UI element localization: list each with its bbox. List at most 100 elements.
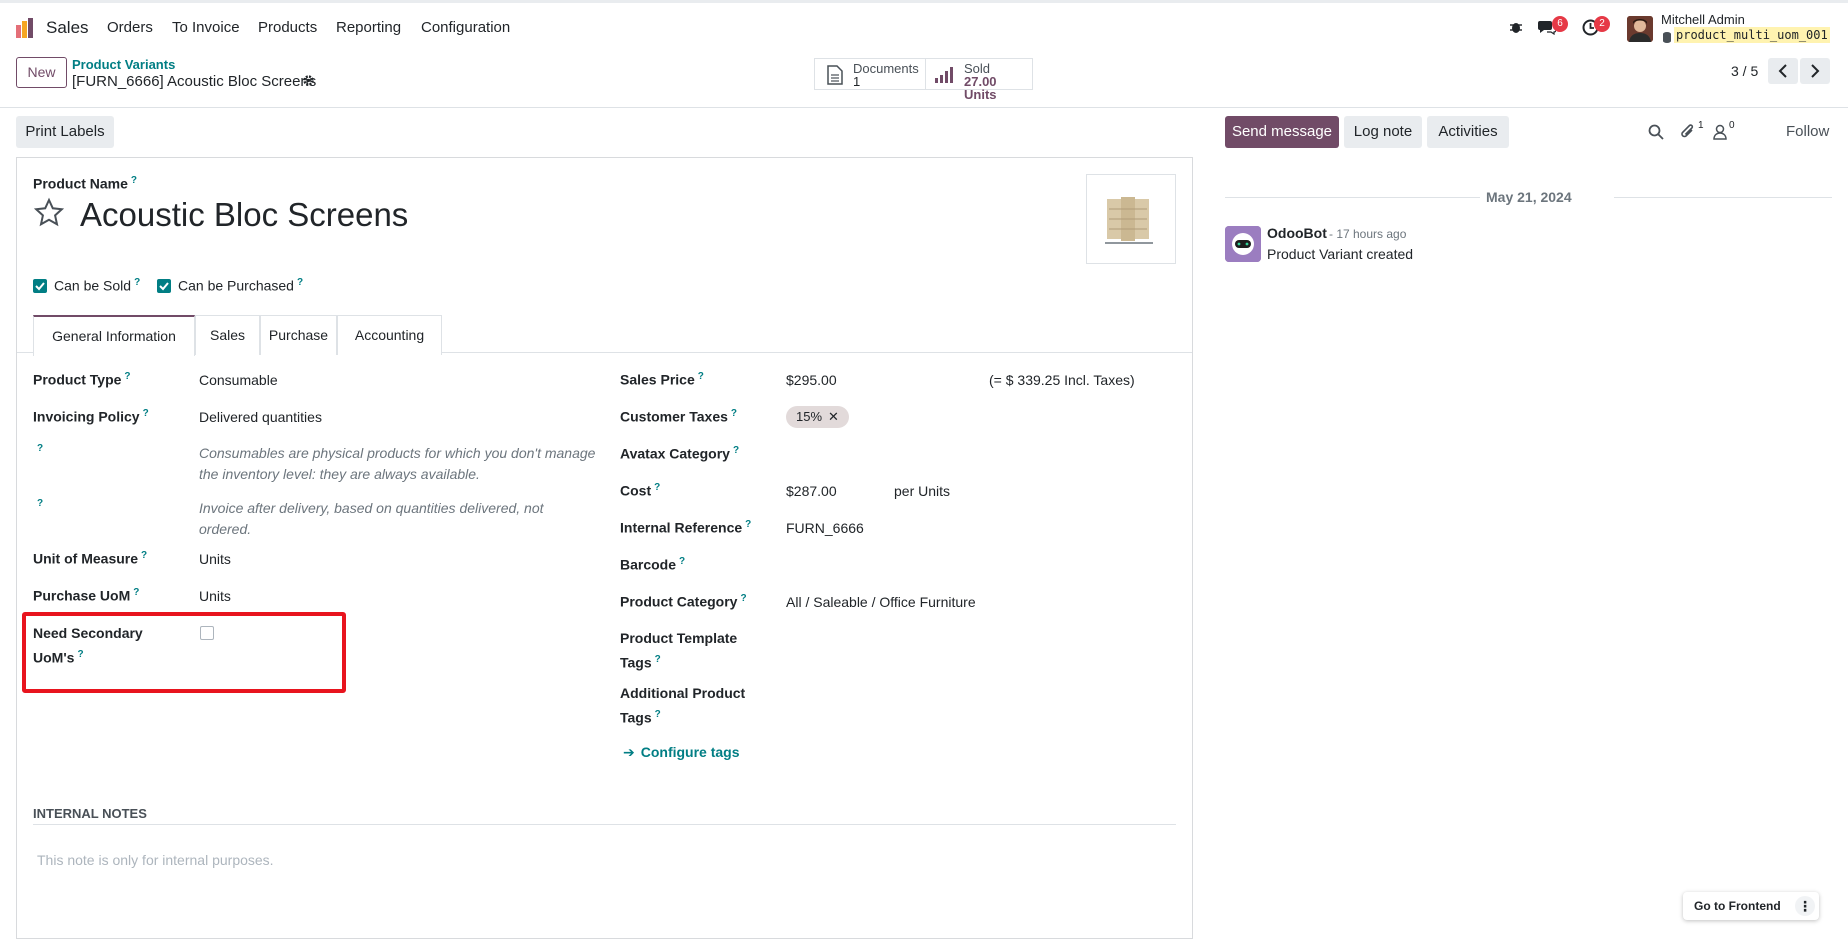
unit-of-measure-label: Unit of Measure?	[33, 550, 148, 567]
product-type-value[interactable]: Consumable	[199, 372, 278, 388]
product-category-label: Product Category?	[620, 593, 747, 610]
internal-notes-input[interactable]: This note is only for internal purposes.	[37, 852, 274, 868]
bar-chart-icon	[934, 67, 954, 86]
remove-tag-icon[interactable]: ✕	[828, 409, 839, 424]
purchase-uom-value[interactable]: Units	[199, 588, 231, 604]
purchase-uom-label: Purchase UoM?	[33, 587, 140, 604]
tab-general-information[interactable]: General Information	[33, 315, 195, 356]
tab-purchase[interactable]: Purchase	[260, 315, 337, 355]
record-title: [FURN_6666] Acoustic Bloc Screens	[72, 73, 317, 90]
help-icon[interactable]: ?	[134, 277, 140, 288]
pager-next-button[interactable]	[1800, 58, 1830, 84]
more-options-icon[interactable]: ⋮	[1795, 896, 1815, 916]
database-name: product_multi_uom_001	[1674, 27, 1830, 43]
additional-product-tags-label: Additional Product Tags?	[620, 685, 746, 726]
sold-value: 27.00 Units	[964, 74, 997, 102]
help-icon[interactable]: ?	[654, 482, 660, 493]
followers-count: 0	[1729, 120, 1735, 131]
sold-smart-button[interactable]: Sold 27.00 Units	[925, 58, 1033, 101]
follow-button[interactable]: Follow	[1786, 123, 1829, 140]
gear-icon[interactable]	[302, 74, 315, 90]
apps-menu-icon[interactable]	[15, 17, 37, 39]
odoobot-avatar[interactable]	[1225, 226, 1261, 262]
arrow-right-icon: ➔	[623, 744, 635, 760]
menu-configuration[interactable]: Configuration	[421, 19, 510, 36]
help-icon[interactable]: ?	[133, 587, 139, 598]
consumable-note: Consumables are physical products for wh…	[199, 445, 596, 482]
help-icon[interactable]: ?	[131, 175, 137, 186]
avatax-category-label: Avatax Category?	[620, 445, 740, 462]
chatter-date-line-right	[1614, 197, 1832, 198]
help-icon[interactable]: ?	[37, 498, 43, 509]
chatter-author[interactable]: OdooBot	[1267, 225, 1327, 241]
chatter-message: Product Variant created	[1267, 246, 1414, 262]
bug-icon[interactable]	[1509, 20, 1523, 37]
documents-smart-button[interactable]: Documents 1	[814, 58, 926, 90]
help-icon[interactable]: ?	[740, 593, 746, 604]
help-icon[interactable]: ?	[141, 550, 147, 561]
tax-tag-15[interactable]: 15% ✕	[786, 406, 849, 428]
invoicing-policy-value[interactable]: Delivered quantities	[199, 409, 322, 425]
breadcrumb-parent[interactable]: Product Variants	[72, 57, 175, 72]
help-icon[interactable]: ?	[37, 443, 43, 454]
user-name[interactable]: Mitchell Admin	[1661, 12, 1745, 27]
activities-badge: 2	[1594, 16, 1610, 32]
control-panel: New Product Variants [FURN_6666] Acousti…	[0, 52, 1848, 108]
print-labels-button[interactable]: Print Labels	[16, 116, 114, 148]
help-icon[interactable]: ?	[655, 654, 661, 665]
internal-reference-label: Internal Reference?	[620, 519, 752, 536]
help-icon[interactable]: ?	[733, 445, 739, 456]
help-icon[interactable]: ?	[745, 519, 751, 530]
barcode-label: Barcode?	[620, 556, 686, 573]
help-icon[interactable]: ?	[124, 371, 130, 382]
customer-taxes-label: Customer Taxes?	[620, 408, 738, 425]
help-icon[interactable]: ?	[143, 408, 149, 419]
can-be-purchased-checkbox[interactable]	[157, 279, 171, 293]
menu-products[interactable]: Products	[258, 19, 317, 36]
product-name-label: Product Name?	[33, 175, 138, 192]
pager-previous-button[interactable]	[1768, 58, 1798, 84]
menu-orders[interactable]: Orders	[107, 19, 153, 36]
product-category-value[interactable]: All / Saleable / Office Furniture	[786, 594, 976, 610]
new-button[interactable]: New	[16, 57, 67, 88]
can-be-sold-checkbox[interactable]	[33, 279, 47, 293]
cost-value[interactable]: $287.00	[786, 483, 837, 499]
invoicing-policy-label: Invoicing Policy?	[33, 408, 149, 425]
paperclip-icon[interactable]	[1680, 123, 1696, 144]
followers-icon[interactable]	[1713, 124, 1727, 143]
app-name[interactable]: Sales	[46, 18, 89, 38]
help-icon[interactable]: ?	[698, 371, 704, 382]
activities-button[interactable]: Activities	[1427, 116, 1509, 148]
tab-accounting[interactable]: Accounting	[337, 315, 442, 355]
incl-taxes-value: (= $ 339.25 Incl. Taxes)	[989, 372, 1135, 388]
unit-of-measure-value[interactable]: Units	[199, 551, 231, 567]
documents-label: Documents	[853, 61, 919, 76]
user-avatar[interactable]	[1627, 16, 1653, 42]
sales-price-value[interactable]: $295.00	[786, 372, 837, 388]
send-message-button[interactable]: Send message	[1225, 116, 1339, 148]
configure-tags-link[interactable]: ➔ Configure tags	[623, 744, 740, 761]
menu-to-invoice[interactable]: To Invoice	[172, 19, 240, 36]
log-note-button[interactable]: Log note	[1344, 116, 1422, 148]
form-sheet: Product Name? Acoustic Bloc Screens Can …	[16, 157, 1193, 939]
help-icon[interactable]: ?	[731, 408, 737, 419]
menu-reporting[interactable]: Reporting	[336, 19, 401, 36]
pager-value[interactable]: 3 / 5	[1731, 63, 1758, 79]
tab-sales[interactable]: Sales	[195, 315, 260, 355]
internal-reference-value[interactable]: FURN_6666	[786, 520, 864, 536]
can-be-sold-label: Can be Sold?	[54, 277, 141, 294]
highlight-box	[22, 612, 346, 693]
cost-label: Cost?	[620, 482, 661, 499]
sales-price-label: Sales Price?	[620, 371, 704, 388]
cost-unit: per Units	[894, 483, 951, 499]
help-icon[interactable]: ?	[297, 277, 303, 288]
chatter-time: - 17 hours ago	[1329, 227, 1407, 241]
favorite-star-icon[interactable]	[33, 197, 65, 232]
help-icon[interactable]: ?	[679, 556, 685, 567]
product-image[interactable]	[1086, 174, 1176, 264]
product-name[interactable]: Acoustic Bloc Screens	[80, 196, 408, 234]
product-template-tags-label: Product Template Tags?	[620, 630, 738, 671]
top-navbar: Sales Orders To Invoice Products Reporti…	[0, 0, 1848, 52]
search-icon[interactable]	[1648, 124, 1664, 143]
help-icon[interactable]: ?	[655, 709, 661, 720]
